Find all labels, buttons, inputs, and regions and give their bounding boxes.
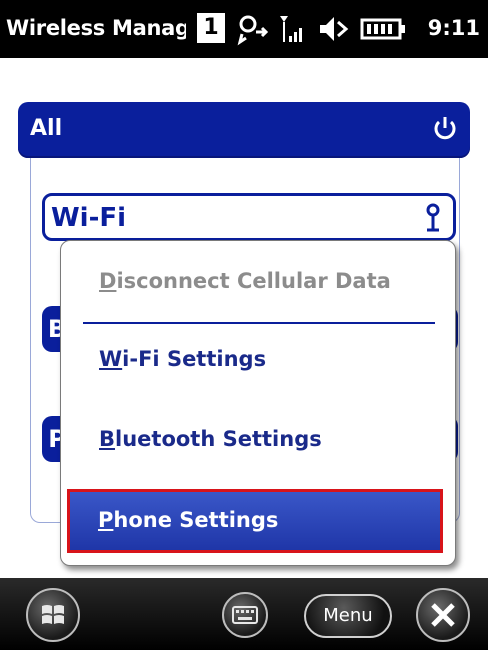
menu-item-bluetooth-settings[interactable]: Bluetooth Settings <box>99 427 322 451</box>
menu-item-accelerator: P <box>98 508 114 532</box>
menu-item-phone-settings[interactable]: Phone Settings <box>67 489 443 553</box>
antenna-icon <box>426 203 440 232</box>
menu-item-label: i-Fi Settings <box>122 347 267 371</box>
menu-separator <box>83 322 435 324</box>
wifi-row-button[interactable]: Wi-Fi <box>42 193 456 241</box>
keyboard-icon[interactable] <box>222 592 268 638</box>
close-x-icon <box>431 603 455 627</box>
battery-icon[interactable] <box>360 12 408 46</box>
menu-softkey-button[interactable]: Menu <box>304 594 392 638</box>
keyboard-glyph-icon <box>232 606 258 624</box>
signal-icon[interactable] <box>276 12 310 46</box>
wifi-label: Wi-Fi <box>51 203 127 233</box>
all-radios-bar[interactable]: All <box>18 102 470 158</box>
notification-count-icon[interactable]: 1 <box>197 13 225 43</box>
bottom-bar: Menu <box>0 578 488 650</box>
menu-item-disconnect-cellular-data[interactable]: Disconnect Cellular Data <box>99 269 391 293</box>
context-menu: Disconnect Cellular Data Wi-Fi Settings … <box>60 240 456 566</box>
close-icon[interactable] <box>416 588 470 642</box>
menu-item-text: Phone Settings <box>98 508 278 532</box>
all-label: All <box>30 116 63 141</box>
sync-icon[interactable] <box>234 12 270 46</box>
power-icon[interactable] <box>430 114 460 144</box>
menu-item-label: hone Settings <box>113 508 279 532</box>
screen: Wireless Manage 1 9:11 All Wi-Fi B P Dis… <box>0 0 488 650</box>
title-bar: Wireless Manage 1 9:11 <box>0 0 488 58</box>
menu-item-label: luetooth Settings <box>115 427 322 451</box>
menu-item-accelerator: D <box>99 269 117 293</box>
menu-item-accelerator: B <box>99 427 116 451</box>
clock[interactable]: 9:11 <box>428 16 480 40</box>
windows-start-icon[interactable] <box>26 588 80 642</box>
menu-item-accelerator: W <box>99 347 123 371</box>
windows-flag-icon <box>42 605 64 624</box>
menu-item-label: isconnect Cellular Data <box>116 269 391 293</box>
window-title: Wireless Manage <box>6 16 186 40</box>
menu-item-wifi-settings[interactable]: Wi-Fi Settings <box>99 347 266 371</box>
speaker-icon[interactable] <box>316 12 352 46</box>
